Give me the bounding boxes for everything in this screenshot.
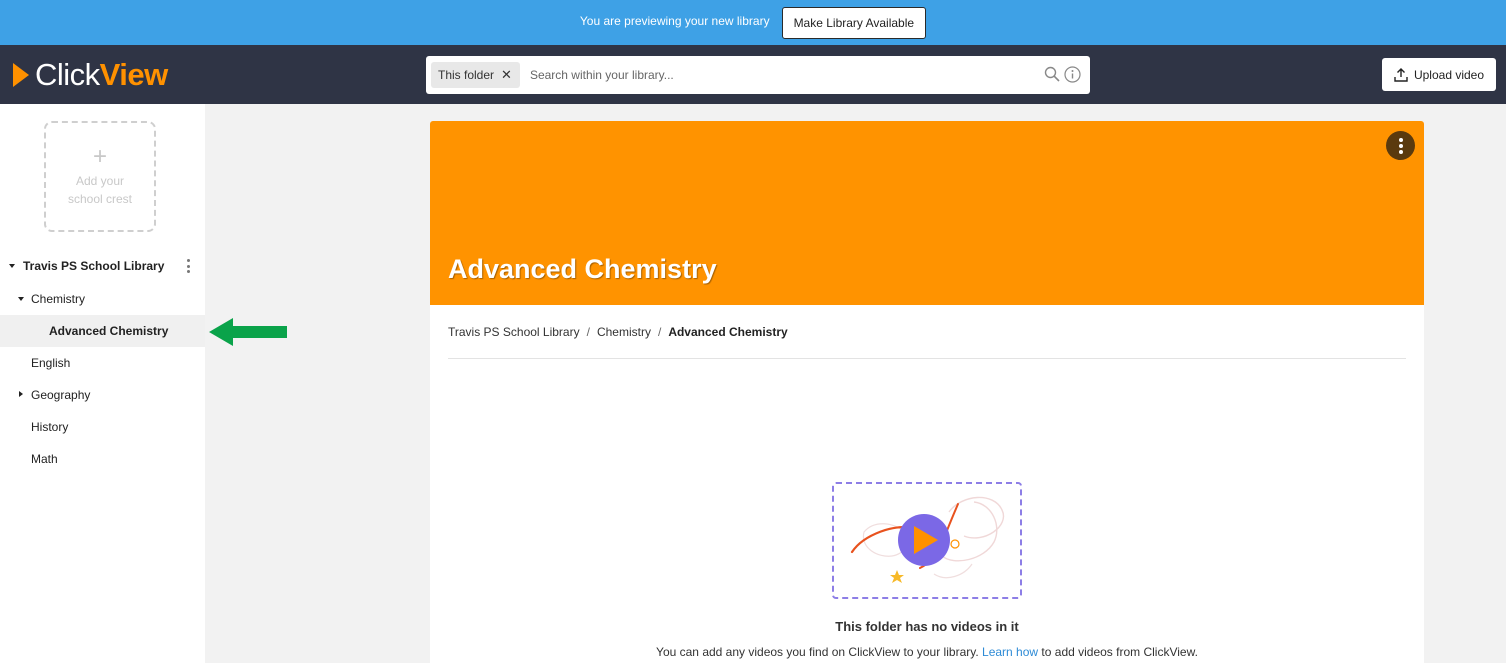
folder-more-options-icon[interactable] [1386, 131, 1415, 160]
chip-label: This folder [438, 68, 495, 82]
sidebar-item-label: Chemistry [31, 292, 86, 306]
empty-state-description: You can add any videos you find on Click… [430, 645, 1424, 659]
close-icon[interactable]: ✕ [501, 67, 512, 83]
logo-view-text: View [99, 57, 169, 92]
make-library-available-button[interactable]: Make Library Available [781, 6, 927, 39]
plus-icon: + [92, 142, 107, 170]
empty-state-title: This folder has no videos in it [835, 619, 1019, 634]
empty-desc-before: You can add any videos you find on Click… [656, 645, 979, 659]
breadcrumb-separator: / [657, 325, 662, 339]
caret-down-icon[interactable] [9, 264, 15, 268]
app-header: ClickView This folder ✕ Upload video [0, 45, 1506, 104]
preview-message: You are previewing your new library [579, 14, 770, 28]
divider [448, 358, 1406, 359]
preview-banner: You are previewing your new library Make… [0, 0, 1506, 45]
breadcrumb: Travis PS School Library / Chemistry / A… [448, 325, 788, 339]
sidebar-item-label: History [31, 420, 69, 434]
clickview-logo[interactable]: Click View [13, 57, 169, 92]
folder-content: Travis PS School Library / Chemistry / A… [430, 305, 1424, 663]
caret-down-icon[interactable] [18, 297, 24, 301]
empty-desc-after: to add videos from ClickView. [1041, 645, 1198, 659]
play-triangle-icon [13, 63, 29, 87]
add-school-crest-button[interactable]: + Add your school crest [44, 121, 156, 232]
upload-label: Upload video [1413, 67, 1485, 82]
folder-filter-chip[interactable]: This folder ✕ [431, 62, 520, 88]
learn-how-link[interactable]: Learn how [982, 645, 1038, 659]
sidebar-item-math[interactable]: Math [0, 443, 205, 475]
search-icon[interactable] [1044, 66, 1060, 82]
sidebar-item-label: Geography [31, 388, 91, 402]
search-bar[interactable]: This folder ✕ [426, 56, 1090, 94]
empty-folder-illustration [832, 482, 1022, 599]
breadcrumb-current: Advanced Chemistry [668, 325, 788, 339]
breadcrumb-chemistry[interactable]: Chemistry [597, 325, 651, 339]
info-icon[interactable] [1064, 66, 1081, 83]
folder-banner: Advanced Chemistry [430, 121, 1424, 305]
green-arrow-annotation [209, 318, 287, 346]
sidebar-item-label: Math [31, 452, 58, 466]
crest-label: Add your school crest [67, 173, 133, 206]
search-input[interactable] [529, 68, 1010, 82]
sidebar-item-geography[interactable]: Geography [0, 379, 205, 411]
caret-right-icon[interactable] [19, 391, 23, 397]
sidebar-item-english[interactable]: English [0, 347, 205, 379]
logo-click-text: Click [35, 57, 100, 92]
folder-title: Advanced Chemistry [448, 254, 717, 284]
sidebar-item-history[interactable]: History [0, 411, 205, 443]
sidebar-item-chemistry[interactable]: Chemistry [0, 283, 205, 315]
tree-root-label: Travis PS School Library [23, 259, 165, 273]
sidebar-item-label: English [31, 356, 71, 370]
breadcrumb-separator: / [586, 325, 590, 339]
breadcrumb-library[interactable]: Travis PS School Library [448, 325, 580, 339]
upload-video-button[interactable]: Upload video [1382, 58, 1496, 91]
sidebar-item-advanced-chemistry[interactable]: Advanced Chemistry [0, 315, 205, 347]
video-play-illustration-icon [850, 496, 1005, 583]
tree-root-library[interactable]: Travis PS School Library [0, 250, 205, 282]
more-options-icon[interactable] [187, 259, 191, 273]
sidebar-item-label: Advanced Chemistry [49, 324, 169, 338]
library-sidebar: + Add your school crest Travis PS School… [0, 104, 205, 663]
upload-icon [1394, 67, 1408, 82]
